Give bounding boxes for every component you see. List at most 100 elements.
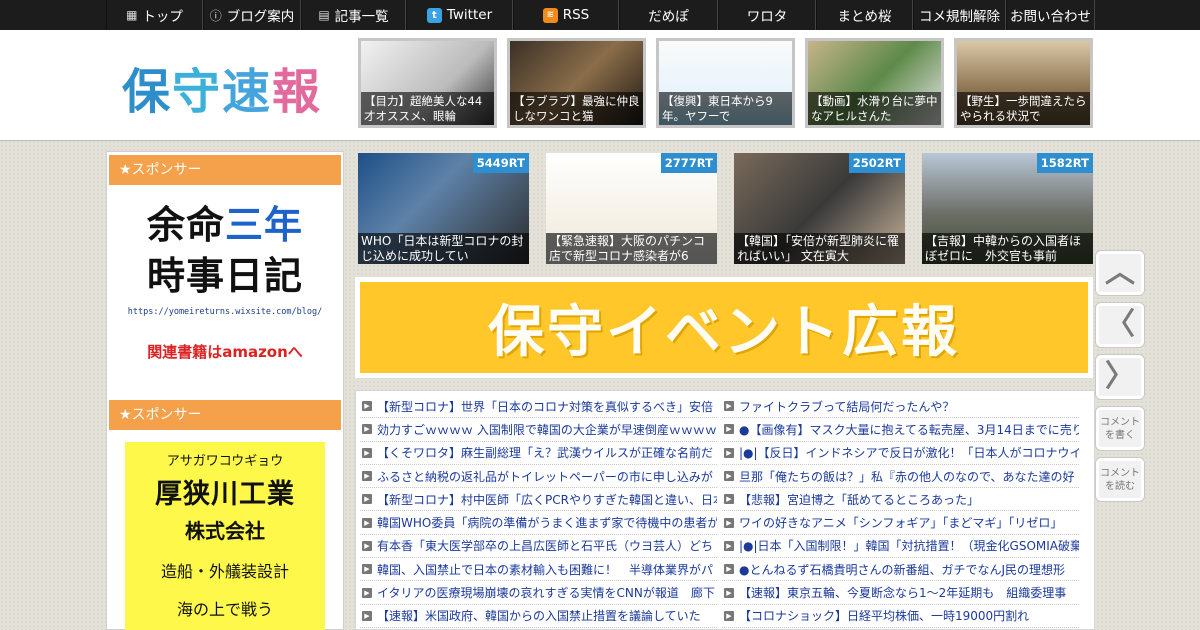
- logo-char: 保: [122, 64, 173, 120]
- nav-item[interactable]: だめぽ: [619, 0, 718, 30]
- article-list-item[interactable]: ▶ ファイトクラブって結局何だったんや？: [722, 395, 1079, 419]
- article-list-item[interactable]: ▶ ●とんねるず石橋貴明さんの新番組、ガチでなんJ民の理想形: [722, 558, 1079, 582]
- popular-article-card[interactable]: 5449RT WHO「日本は新型コロナの封じ込めに成功してい: [358, 153, 529, 264]
- article-list-item[interactable]: ▶ ふるさと納税の返礼品がトイレットペーパーの市に申し込みが: [360, 465, 717, 489]
- bullet-arrow-icon: ▶: [724, 401, 734, 412]
- read-comment-button[interactable]: コメントを読む: [1095, 457, 1145, 502]
- scroll-top-button[interactable]: ︿: [1095, 250, 1145, 296]
- article-list-item[interactable]: ▶ |●|【反日】インドネシアで反日が激化！「日本人がコロナウイ: [722, 442, 1079, 465]
- article-title-link[interactable]: 【新型コロナ】世界「日本のコロナ対策を真似するべき」安倍: [377, 398, 713, 415]
- article-title-link[interactable]: |●|【反日】インドネシアで反日が激化！「日本人がコロナウイ: [739, 444, 1079, 461]
- sponsor-heading: ★スポンサー: [109, 155, 341, 185]
- bullet-arrow-icon: ▶: [362, 564, 372, 575]
- header-thumbnail[interactable]: 【ラブラブ】最強に仲良しなワンコと猫: [507, 38, 646, 128]
- bullet-arrow-icon: ▶: [362, 401, 372, 412]
- retweet-count-badge: 2777RT: [660, 153, 717, 173]
- article-title-link[interactable]: 【コロナショック】日経平均株価、一時19000円割れ: [739, 607, 1029, 624]
- article-list-item[interactable]: ▶ ワイの好きなアニメ「シンフォギア」「まどマギ」「リゼロ」: [722, 511, 1079, 535]
- next-article-button[interactable]: 〉: [1095, 354, 1145, 400]
- nav-item[interactable]: ▦ トップ: [106, 0, 203, 30]
- article-title-link[interactable]: |●|日本「入国制限！」韓国「対抗措置！（現金化GSOMIA破棄: [739, 537, 1079, 554]
- nav-item-label: コメ規制解除: [919, 9, 1000, 25]
- nav-item-label: ワロタ: [746, 9, 788, 25]
- popular-article-card[interactable]: 1582RT 【吉報】中韓からの入国者ほぼゼロに 外交官も事前: [922, 153, 1093, 264]
- article-list-item[interactable]: ▶ 韓国、入国禁止で日本の素材輸入も困難に！ 半導体業界がパ: [360, 558, 717, 582]
- article-title-link[interactable]: ●とんねるず石橋貴明さんの新番組、ガチでなんJ民の理想形: [739, 561, 1065, 578]
- retweet-count-badge: 5449RT: [472, 153, 529, 173]
- chevron-right-icon: 〉: [1105, 359, 1135, 394]
- left-sidebar: ★スポンサー 余命三年 時事日記 https://yomeireturns.wi…: [106, 151, 344, 630]
- article-list-item[interactable]: ▶ ●【画像有】マスク大量に抱えてる転売屋、3月14日までに売り: [722, 418, 1079, 442]
- article-list-item[interactable]: ▶ 【くそワロタ】麻生副総理「え？武漢ウイルスが正確な名前だ: [360, 442, 717, 465]
- article-title-link[interactable]: 【速報】東京五輪、今夏断念なら1～2年延期も 組織委理事: [739, 584, 1066, 601]
- nav-item[interactable]: お問い合わせ: [1006, 0, 1095, 30]
- article-title-link[interactable]: 【悲報】宮迫博之「舐めてるところあった」: [739, 491, 979, 508]
- thumbnail-caption: 【復興】東日本から9年。ヤフーで: [659, 92, 792, 125]
- ad1-amazon-link[interactable]: 関連書籍はamazonへ: [147, 341, 303, 362]
- nav-item[interactable]: ワロタ: [718, 0, 816, 30]
- header-thumbnail[interactable]: 【野生】一歩間違えたらやられる状況で: [954, 38, 1093, 128]
- article-list-item[interactable]: ▶ 【速報】東京五輪、今夏断念なら1～2年延期も 組織委理事: [722, 581, 1079, 605]
- article-title-link[interactable]: 韓国WHO委員「病院の準備がうまく進まず家で待機中の患者が: [377, 514, 717, 531]
- site-logo[interactable]: 保守速報: [122, 52, 322, 122]
- popular-article-caption: 【緊急速報】大阪のパチンコ店で新型コロナ感染者が6: [546, 233, 717, 264]
- article-list-item[interactable]: ▶ 【速報】米国政府、韓国からの入国禁止措置を議論していた: [360, 605, 717, 628]
- ad-asagawa-kogyo[interactable]: アサガワコウギョウ 厚狭川工業 株式会社 造船・外艤装設計 海の上で戦う: [125, 442, 325, 630]
- article-list-item[interactable]: ▶ イタリアの医療現場崩壊の哀れすぎる実情をCNNが報道 廊下: [360, 581, 717, 605]
- article-title-link[interactable]: ワイの好きなアニメ「シンフォギア」「まどマギ」「リゼロ」: [739, 514, 1062, 531]
- header-thumbnail[interactable]: 【復興】東日本から9年。ヤフーで: [656, 38, 795, 128]
- header-thumbnail[interactable]: 【目力】超絶美人な44才オススメ、眼輪: [358, 38, 497, 128]
- nav-item[interactable]: ▤ 記事一覧: [301, 0, 406, 30]
- event-banner[interactable]: 保守イベント広報: [355, 277, 1093, 378]
- article-list-item[interactable]: ▶ 【新型コロナ】村中医師「広くPCRやりすぎた韓国と違い、日本: [360, 488, 717, 512]
- ad1-title-line1: 余命三年: [146, 203, 304, 247]
- site-header: 保守速報 【目力】超絶美人な44才オススメ、眼輪 【ラブラブ】最強に仲良しなワンコ…: [0, 30, 1200, 141]
- popular-article-card[interactable]: 2502RT 【韓国】「安倍が新型肺炎に罹ればいい」 文在寅大: [734, 153, 905, 264]
- write-comment-button[interactable]: コメントを書く: [1095, 406, 1145, 451]
- article-title-link[interactable]: ふるさと納税の返礼品がトイレットペーパーの市に申し込みが: [377, 468, 713, 485]
- ad-yomei-sannen[interactable]: 余命三年 時事日記 https://yomeireturns.wixsite.c…: [107, 185, 343, 397]
- chevron-left-icon: 〈: [1105, 307, 1135, 342]
- sponsor-heading: ★スポンサー: [109, 400, 341, 430]
- article-list-item[interactable]: ▶ 韓国WHO委員「病院の準備がうまく進まず家で待機中の患者が: [360, 511, 717, 535]
- info-icon: ⓘ: [209, 8, 222, 23]
- article-title-link[interactable]: 【くそワロタ】麻生副総理「え？武漢ウイルスが正確な名前だ: [377, 444, 713, 461]
- article-title-link[interactable]: 有本香「東大医学部卒の上昌広医師と石平氏（ウヨ芸人）どち: [377, 537, 713, 554]
- thumbnail-caption: 【目力】超絶美人な44才オススメ、眼輪: [361, 92, 494, 125]
- read-comment-label: コメントを読む: [1100, 467, 1140, 492]
- article-list-item[interactable]: ▶ 【コロナショック】日経平均株価、一時19000円割れ: [722, 605, 1079, 628]
- nav-item[interactable]: ≋ RSS: [513, 0, 619, 30]
- ad2-corp-type: 株式会社: [185, 519, 265, 543]
- article-title-link[interactable]: ファイトクラブって結局何だったんや？: [739, 398, 954, 415]
- article-list-item[interactable]: ▶ 【悲報】宮迫博之「舐めてるところあった」: [722, 488, 1079, 512]
- article-title-link[interactable]: 旦那「俺たちの飯は？」私『赤の他人のなので、あなた達の好: [739, 468, 1075, 485]
- retweet-count-badge: 1582RT: [1036, 153, 1093, 173]
- nav-item-label: ブログ案内: [226, 9, 295, 25]
- bullet-arrow-icon: ▶: [362, 447, 372, 458]
- nav-item-label: だめぽ: [648, 9, 689, 25]
- chevron-up-icon: ︿: [1105, 255, 1135, 290]
- nav-item[interactable]: まとめ桜: [816, 0, 913, 30]
- logo-char: 速: [222, 64, 273, 120]
- nav-item[interactable]: t Twitter: [406, 0, 513, 30]
- nav-item[interactable]: ⓘ ブログ案内: [203, 0, 301, 30]
- article-list-item[interactable]: ▶ 【新型コロナ】世界「日本のコロナ対策を真似するべき」安倍: [360, 395, 717, 419]
- article-list-item[interactable]: ▶ 旦那「俺たちの飯は？」私『赤の他人のなので、あなた達の好: [722, 465, 1079, 489]
- article-title-link[interactable]: 韓国、入国禁止で日本の素材輸入も困難に！ 半導体業界がパ: [377, 561, 713, 578]
- article-list-item[interactable]: ▶ |●|日本「入国制限！」韓国「対抗措置！（現金化GSOMIA破棄: [722, 535, 1079, 559]
- article-title-link[interactable]: 効力すごｗｗｗｗ 入国制限で韓国の大企業が早速倒産ｗｗｗｗ: [377, 421, 717, 438]
- article-title-link[interactable]: 【速報】米国政府、韓国からの入国禁止措置を議論していた: [377, 607, 701, 624]
- nav-item[interactable]: コメ規制解除: [913, 0, 1006, 30]
- article-list-item[interactable]: ▶ 有本香「東大医学部卒の上昌広医師と石平氏（ウヨ芸人）どち: [360, 535, 717, 559]
- article-title-link[interactable]: 【新型コロナ】村中医師「広くPCRやりすぎた韓国と違い、日本: [377, 491, 717, 508]
- prev-article-button[interactable]: 〈: [1095, 302, 1145, 348]
- article-lists: ▶ 【新型コロナ】世界「日本のコロナ対策を真似するべき」安倍 ▶ 効力すごｗｗｗｗ 入…: [355, 390, 1095, 630]
- article-list-item[interactable]: ▶ 効力すごｗｗｗｗ 入国制限で韓国の大企業が早速倒産ｗｗｗｗ: [360, 418, 717, 442]
- header-thumbnail[interactable]: 【動画】水滑り台に夢中なアヒルさんた: [805, 38, 944, 128]
- ad1-url: https://yomeireturns.wixsite.com/blog/: [127, 307, 323, 317]
- article-title-link[interactable]: イタリアの医療現場崩壊の哀れすぎる実情をCNNが報道 廊下: [377, 584, 715, 601]
- popular-article-card[interactable]: 2777RT 【緊急速報】大阪のパチンコ店で新型コロナ感染者が6: [546, 153, 717, 264]
- article-title-link[interactable]: ●【画像有】マスク大量に抱えてる転売屋、3月14日までに売り: [739, 421, 1079, 438]
- nav-item-label: RSS: [562, 7, 590, 23]
- popular-article-caption: 【韓国】「安倍が新型肺炎に罹ればいい」 文在寅大: [734, 233, 905, 264]
